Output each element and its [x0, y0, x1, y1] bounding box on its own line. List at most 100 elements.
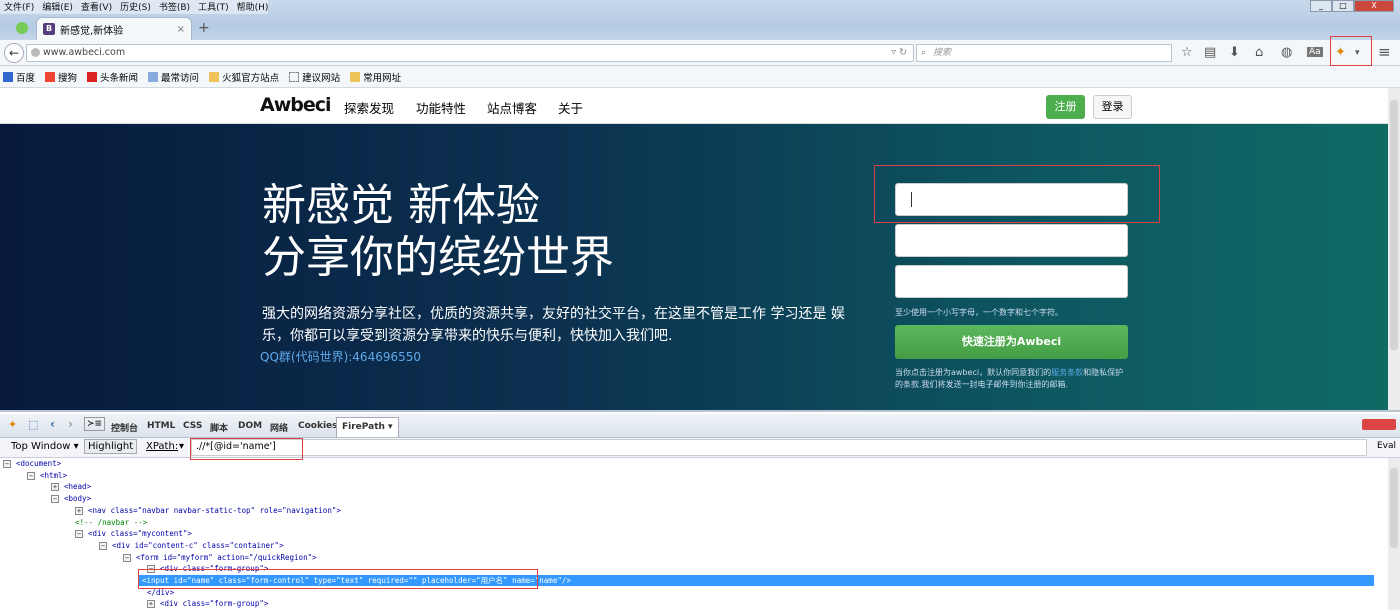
back-button[interactable]: ←	[4, 43, 24, 63]
terms-link[interactable]: 服务条款	[1051, 368, 1083, 377]
menu-bar: 文件(F) 编辑(E) 查看(V) 历史(S) 书签(B) 工具(T) 帮助(H…	[0, 0, 269, 14]
xpath-label: XPath:	[146, 441, 179, 452]
bookmark-sogou[interactable]: 搜狗	[45, 70, 77, 84]
tab-dom[interactable]: DOM	[238, 421, 262, 431]
top-window-select[interactable]: Top Window ▾	[8, 441, 82, 452]
xpath-dropdown-icon[interactable]: ▾	[179, 441, 184, 452]
firebug-window-controls[interactable]	[1362, 419, 1396, 430]
collapse-icon[interactable]: −	[51, 495, 59, 504]
nav-explore[interactable]: 探索发现	[344, 98, 394, 117]
firebug-toolbar: ✦ ⬚ ‹ › ≻≡ 控制台 HTML CSS 脚本 DOM 网络 Cookie…	[0, 414, 1400, 438]
site-brand[interactable]: Awbeci	[260, 94, 332, 116]
firebug-icon[interactable]: ✦	[8, 418, 17, 431]
login-button[interactable]: 登录	[1093, 95, 1132, 119]
bookmark-common[interactable]: 常用网址	[350, 70, 401, 84]
menu-hamburger-icon[interactable]: ≡	[1378, 43, 1391, 61]
menu-tools[interactable]: 工具(T)	[198, 0, 229, 14]
bookmark-star-icon[interactable]: ☆	[1181, 45, 1193, 60]
password-hint: 至少使用一个小写字母，一个数字和七个字符。	[895, 308, 1063, 317]
dom-node-text: <div class="form-group">	[160, 599, 269, 609]
firebug-panel: ✦ ⬚ ‹ › ≻≡ 控制台 HTML CSS 脚本 DOM 网络 Cookie…	[0, 410, 1400, 610]
tab-cookies[interactable]: Cookies	[298, 421, 338, 431]
menu-bookmarks[interactable]: 书签(B)	[159, 0, 190, 14]
bookmark-toutiao[interactable]: 头条新闻	[87, 70, 138, 84]
bookmark-firefox-sites[interactable]: 火狐官方站点	[209, 70, 279, 84]
tab-html[interactable]: HTML	[147, 421, 175, 431]
tab-firepath[interactable]: FirePath ▾	[336, 417, 399, 437]
nav-about[interactable]: 关于	[558, 98, 583, 117]
dom-node[interactable]: − <div id="content-c" class="container">	[99, 540, 284, 551]
expand-icon[interactable]: +	[147, 600, 155, 609]
reload-icon[interactable]: ▿ ↻	[891, 45, 907, 61]
qq-group-link[interactable]: QQ群(代码世界):464696550	[260, 348, 421, 365]
password-input[interactable]	[895, 265, 1128, 298]
menu-history[interactable]: 历史(S)	[120, 0, 151, 14]
nav-blog[interactable]: 站点博客	[487, 98, 537, 117]
collapse-icon[interactable]: −	[3, 460, 11, 468]
download-icon[interactable]: ⬇	[1229, 45, 1240, 60]
register-button[interactable]: 注册	[1046, 95, 1085, 119]
menu-file[interactable]: 文件(F)	[4, 0, 34, 14]
forward-icon[interactable]: ›	[68, 417, 73, 431]
back-icon[interactable]: ‹	[50, 417, 55, 431]
minimize-button[interactable]: _	[1310, 0, 1332, 12]
addon-icon[interactable]: ◍	[1281, 45, 1292, 60]
hero-section: 新感觉 新体验 分享你的缤纷世界 强大的网络资源分享社区，优质的资源共享，友好的…	[0, 124, 1388, 410]
nav-features[interactable]: 功能特性	[416, 98, 466, 117]
expand-icon[interactable]: +	[75, 506, 83, 515]
highlight-button[interactable]: Highlight	[84, 439, 138, 454]
expand-icon[interactable]: +	[51, 483, 59, 492]
globe-icon	[31, 48, 40, 57]
url-text: www.awbeci.com	[43, 47, 126, 58]
maximize-button[interactable]: □	[1332, 0, 1354, 12]
collapse-icon[interactable]: −	[27, 471, 35, 480]
signup-button[interactable]: 快速注册为Awbeci	[895, 325, 1128, 359]
url-bar[interactable]: www.awbeci.com ▿ ↻	[26, 44, 914, 62]
dom-node-text: <body>	[64, 494, 92, 504]
dom-node[interactable]: − <div class="mycontent">	[75, 528, 192, 539]
close-window-button[interactable]: X	[1354, 0, 1394, 12]
dom-node[interactable]: + <nav class="navbar navbar-static-top" r…	[75, 505, 341, 516]
dom-node[interactable]: − <html>	[27, 470, 67, 481]
bookmark-baidu[interactable]: 百度	[3, 70, 35, 84]
dom-node[interactable]: − <document>	[3, 458, 61, 469]
tab-active[interactable]: B 新感觉,新体验 ×	[36, 17, 192, 40]
email-input[interactable]	[895, 224, 1128, 257]
page-scrollbar[interactable]	[1388, 88, 1400, 410]
highlight-box	[190, 438, 303, 460]
tab-close-icon[interactable]: ×	[177, 24, 185, 35]
xpath-input[interactable]: .//*[@id='name']	[191, 439, 1367, 456]
eval-button[interactable]: Eval	[1377, 441, 1396, 451]
search-input[interactable]: 搜索 ⌕	[916, 44, 1172, 62]
pinned-tab-icon[interactable]	[16, 22, 28, 34]
reader-icon[interactable]: Aa	[1307, 47, 1323, 57]
tab-css[interactable]: CSS	[183, 421, 202, 431]
dom-node[interactable]: <!-- /navbar -->	[75, 517, 147, 528]
collapse-icon[interactable]: −	[123, 553, 131, 562]
highlight-box	[138, 569, 538, 589]
tree-scrollbar[interactable]	[1388, 458, 1400, 610]
firepath-bar: Top Window ▾ Highlight XPath: ▾ .//*[@id…	[0, 438, 1400, 460]
collapse-icon[interactable]: −	[99, 541, 107, 550]
menu-edit[interactable]: 编辑(E)	[42, 0, 73, 14]
new-tab-button[interactable]: +	[198, 20, 210, 36]
tab-script[interactable]: 脚本	[210, 421, 228, 434]
tab-net[interactable]: 网络	[270, 421, 288, 434]
highlight-box	[1330, 36, 1372, 66]
bookmark-most-visited[interactable]: 最常访问	[148, 70, 199, 84]
bookmarks-bar: 百度 搜狗 头条新闻 最常访问 火狐官方站点 建议网站 常用网址	[0, 66, 1400, 88]
bookmark-suggested[interactable]: 建议网站	[289, 70, 340, 84]
command-line-icon[interactable]: ≻≡	[84, 417, 106, 431]
highlight-box	[874, 165, 1160, 223]
dom-node[interactable]: − <body>	[51, 493, 91, 504]
hero-headline-1: 新感觉 新体验	[262, 180, 540, 231]
dom-node[interactable]: − <form id="myform" action="/quickRegion"…	[123, 552, 317, 563]
dom-node[interactable]: + <head>	[51, 481, 91, 492]
bookmarks-list-icon[interactable]: ▤	[1204, 45, 1216, 60]
menu-view[interactable]: 查看(V)	[81, 0, 112, 14]
tab-console[interactable]: 控制台	[111, 421, 138, 434]
menu-help[interactable]: 帮助(H)	[237, 0, 269, 14]
home-icon[interactable]: ⌂	[1255, 45, 1263, 60]
inspect-icon[interactable]: ⬚	[28, 418, 38, 431]
collapse-icon[interactable]: −	[75, 530, 83, 539]
